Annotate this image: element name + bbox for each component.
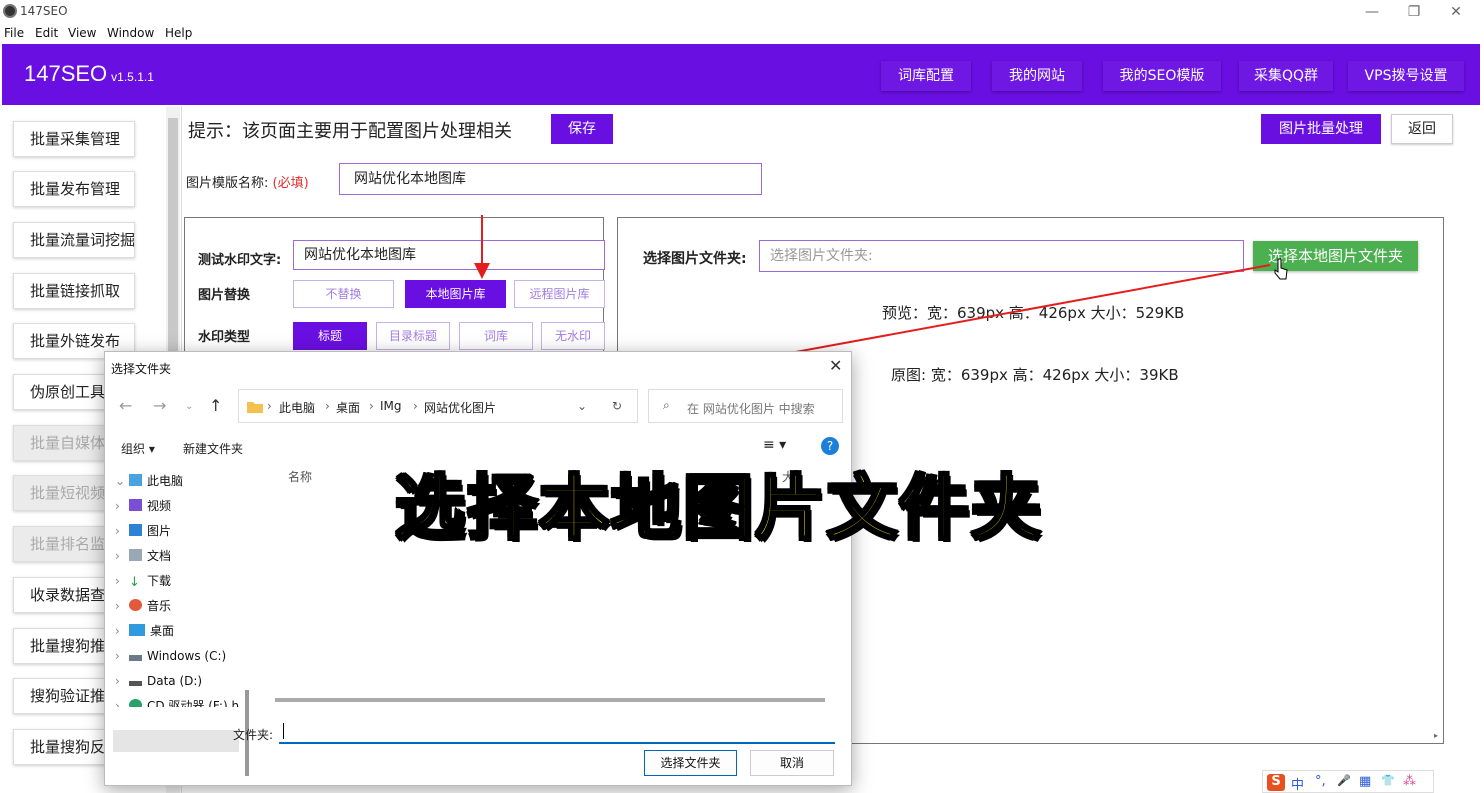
tree-label: 图片	[147, 524, 172, 538]
file-list-hscrollbar[interactable]	[275, 698, 825, 702]
address-bar[interactable]: › 此电脑 › 桌面 › IMg › 网站优化图片 ⌄ ↻	[238, 389, 638, 423]
tree-item-video[interactable]: › 视频	[115, 495, 171, 517]
forward-arrow-icon[interactable]: →	[153, 396, 166, 415]
breadcrumb-this-pc[interactable]: 此电脑	[279, 399, 315, 416]
cancel-button[interactable]: 取消	[750, 750, 834, 776]
tree-item-downloads[interactable]: › ↓ 下载	[115, 570, 171, 592]
tree-item-this-pc[interactable]: ⌄ 此电脑	[115, 470, 183, 492]
overlay-caption: 选择本地图片文件夹	[394, 466, 1043, 551]
column-name-header[interactable]: 名称	[288, 468, 312, 485]
tree-item-documents[interactable]: › 文档	[115, 545, 171, 567]
select-folder-dialog: 选择文件夹 ✕ ← → ⌄ ↑ › 此电脑 › 桌面 › IMg › 网站优化图…	[104, 351, 852, 786]
ime-toolbar: S 中 °, 🎤 ▦ 👕 ⁂	[1262, 770, 1434, 793]
tree-label: Windows (C:)	[147, 649, 227, 663]
dialog-close-icon[interactable]: ✕	[829, 356, 842, 375]
cd-drive-icon	[129, 699, 142, 707]
tree-item-pictures[interactable]: › 图片	[115, 520, 171, 542]
breadcrumb-img[interactable]: IMg	[380, 399, 402, 413]
chinese-mode-icon[interactable]: 中	[1291, 774, 1304, 793]
pictures-icon	[129, 524, 142, 536]
tree-item-music[interactable]: › 音乐	[115, 595, 171, 617]
tree-label: 下载	[147, 574, 172, 588]
view-options-icon[interactable]: ≡ ▾	[763, 437, 786, 453]
folder-icon	[247, 402, 263, 413]
search-box[interactable]: ⌕ 在 网站优化图片 中搜索	[648, 389, 843, 423]
organize-button[interactable]: 组织 ▾	[121, 440, 155, 457]
tree-label: 视频	[147, 499, 172, 513]
tree-item-drive-c[interactable]: › Windows (C:)	[115, 645, 226, 667]
music-icon	[129, 599, 142, 611]
tree-item-cd-drive[interactable]: › CD 驱动器 (F:) h	[115, 695, 239, 707]
text-caret	[283, 723, 284, 739]
toolbox-icon[interactable]: ⁂	[1403, 774, 1416, 789]
history-chevron-icon[interactable]: ⌄	[185, 401, 193, 412]
select-folder-button[interactable]: 选择文件夹	[644, 750, 737, 776]
drive-d-icon	[129, 681, 142, 686]
address-dropdown-icon[interactable]: ⌄	[577, 399, 587, 413]
folder-field-input[interactable]	[279, 720, 835, 744]
back-arrow-icon[interactable]: ←	[119, 396, 132, 415]
folder-field-label: 文件夹:	[233, 728, 274, 742]
documents-icon	[129, 549, 142, 561]
tree-label: Data (D:)	[147, 674, 203, 688]
dialog-title: 选择文件夹	[111, 362, 172, 376]
drive-c-icon	[129, 655, 142, 661]
download-icon: ↓	[129, 575, 140, 590]
tree-selection-highlight	[113, 730, 239, 752]
breadcrumb-seo-images[interactable]: 网站优化图片	[424, 399, 496, 416]
refresh-icon[interactable]: ↻	[612, 399, 622, 413]
desktop-icon	[129, 624, 145, 636]
breadcrumb-desktop[interactable]: 桌面	[336, 399, 360, 416]
search-placeholder: 在 网站优化图片 中搜索	[687, 402, 815, 416]
search-icon: ⌕	[663, 398, 670, 412]
keyboard-icon[interactable]: ▦	[1359, 774, 1371, 789]
tree-label: CD 驱动器 (F:) h	[147, 699, 240, 707]
punctuation-icon[interactable]: °,	[1315, 774, 1326, 789]
tree-label: 桌面	[150, 624, 175, 638]
new-folder-button[interactable]: 新建文件夹	[183, 440, 243, 457]
microphone-icon[interactable]: 🎤	[1337, 774, 1351, 787]
tree-item-drive-d[interactable]: › Data (D:)	[115, 670, 202, 692]
tree-label: 此电脑	[147, 474, 184, 488]
video-icon	[129, 499, 142, 511]
skin-icon[interactable]: 👕	[1381, 774, 1395, 787]
tree-label: 文档	[147, 549, 172, 563]
up-arrow-icon[interactable]: ↑	[209, 396, 222, 415]
tree-item-desktop[interactable]: › 桌面	[115, 620, 174, 642]
sogou-logo-icon[interactable]: S	[1267, 774, 1285, 791]
navigation-tree: ⌄ 此电脑 › 视频 › 图片 › 文档 › ↓ 下载 › 音乐 › 桌面 › Windows (…	[105, 462, 251, 776]
computer-icon	[129, 474, 142, 486]
tree-label: 音乐	[147, 599, 172, 613]
